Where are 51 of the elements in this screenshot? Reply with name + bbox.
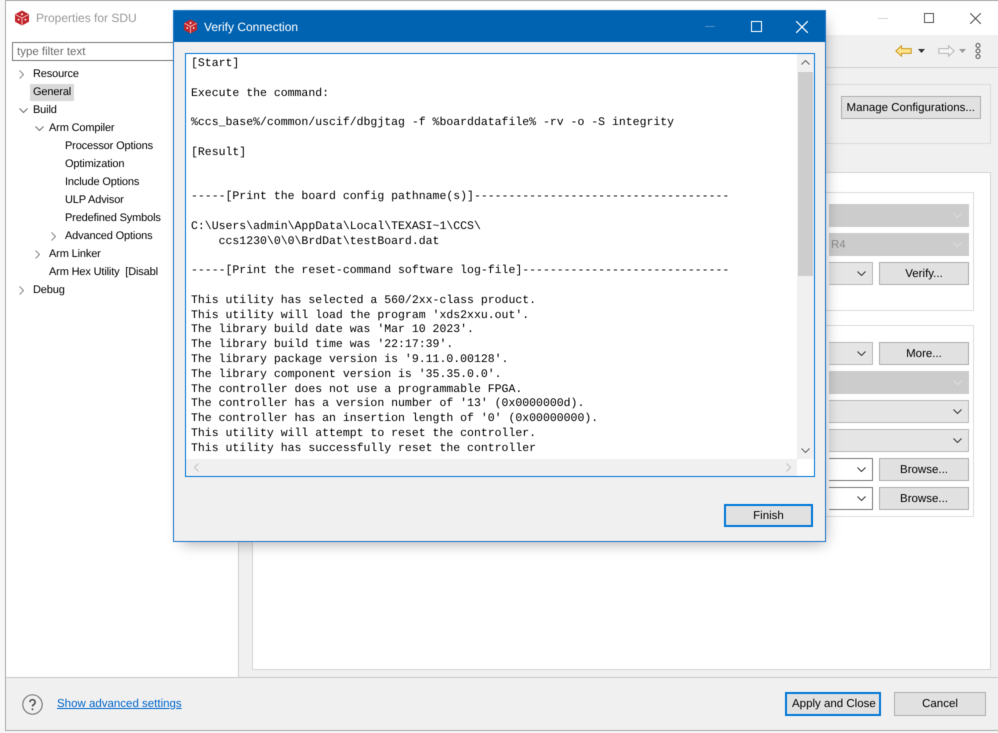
chevron-down-icon [857, 467, 866, 472]
chevron-up-icon[interactable] [801, 60, 810, 65]
window-title: Properties for SDU [36, 11, 137, 25]
tree-item[interactable]: Arm Hex Utility [Disabl [46, 264, 161, 280]
chevron-down-icon[interactable] [19, 108, 28, 112]
tree-item[interactable]: Optimization [62, 156, 128, 172]
tree-item[interactable]: General [30, 84, 74, 100]
footer-button[interactable]: Cancel [894, 692, 986, 716]
combo-field[interactable] [829, 458, 873, 481]
manage-configurations-button[interactable]: Manage Configurations... [840, 96, 981, 119]
tree-item[interactable]: Include Options [62, 174, 142, 190]
tree-item[interactable]: Advanced Options [62, 228, 156, 244]
caret-icon[interactable] [918, 49, 925, 53]
help-icon[interactable] [22, 694, 43, 714]
dropdown[interactable] [829, 262, 873, 285]
action-button[interactable]: Browse... [879, 458, 969, 481]
chevron-down-icon[interactable] [35, 126, 44, 130]
log-text-area[interactable] [185, 53, 815, 477]
tree-item[interactable]: Arm Compiler [46, 120, 118, 136]
dialog-title: Verify Connection [204, 20, 298, 34]
action-button[interactable]: Browse... [879, 487, 969, 510]
chevron-down-icon [953, 409, 962, 414]
back-arrow-icon[interactable] [895, 45, 912, 57]
chevron-right-icon[interactable] [35, 250, 40, 258]
chevron-right-icon[interactable] [19, 286, 24, 294]
chevron-right-icon[interactable] [51, 232, 56, 240]
tree-item[interactable]: Processor Options [62, 138, 156, 154]
tree-item[interactable]: Debug [30, 282, 68, 298]
vertical-dots-icon[interactable] [975, 43, 981, 59]
tree-item[interactable]: Resource [30, 66, 82, 82]
scrollbar-thumb[interactable] [798, 72, 813, 276]
chevron-down-icon [857, 351, 866, 356]
tree-item[interactable]: Build [30, 102, 60, 118]
dropdown[interactable] [829, 342, 873, 365]
chevron-down-icon [857, 496, 866, 501]
vertical-scrollbar[interactable] [797, 54, 814, 459]
tree-item[interactable]: Arm Linker [46, 246, 104, 262]
combo-field[interactable] [829, 487, 873, 510]
chevron-down-icon [953, 438, 962, 443]
cube-icon [14, 10, 30, 26]
tree-item[interactable]: ULP Advisor [62, 192, 127, 208]
action-button[interactable]: More... [879, 342, 969, 365]
chevron-right-icon[interactable] [19, 70, 24, 78]
cube-icon [183, 19, 198, 34]
action-button[interactable]: Verify... [879, 262, 969, 285]
tree-item[interactable]: Predefined Symbols [62, 210, 164, 226]
chevron-down-icon[interactable] [801, 448, 810, 453]
finish-button[interactable]: Finish [724, 504, 813, 527]
footer-button[interactable]: Apply and Close [785, 692, 881, 716]
chevron-down-icon [857, 271, 866, 276]
advanced-settings-link[interactable]: Show advanced settings [57, 698, 182, 710]
